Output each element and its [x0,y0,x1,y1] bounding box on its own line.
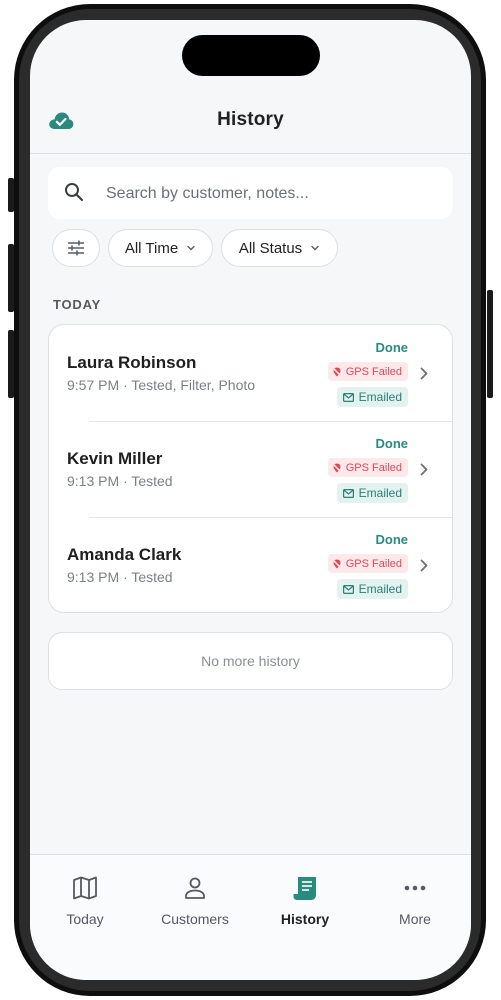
location-off-icon [331,366,342,377]
gps-failed-badge: GPS Failed [327,362,408,381]
visit-details: 9:13 PM · Tested [67,473,173,489]
emailed-label: Emailed [358,486,402,500]
customer-name: Kevin Miller [67,449,163,468]
tab-today[interactable]: Today [30,855,140,935]
mail-icon [342,584,354,594]
tab-label: Customers [161,911,229,927]
status-filter-label: All Status [238,239,303,257]
customer-name: Laura Robinson [67,353,197,372]
tab-history[interactable]: History [250,855,360,935]
location-off-icon [331,558,342,569]
tab-label: History [280,911,330,927]
customer-name: Amanda Clark [67,545,182,564]
visit-details: 9:57 PM · Tested, Filter, Photo [67,377,256,393]
bottom-tab-bar: Today Customers History More [30,854,471,980]
history-row[interactable]: Laura Robinson 9:57 PM · Tested, Filter,… [49,325,452,421]
tab-label: More [399,911,431,927]
time-filter-label: All Time [124,239,179,257]
status-text: Done [375,340,409,355]
history-row[interactable]: Amanda Clark 9:13 PM · Tested Done GPS F… [49,517,452,613]
row-divider [89,517,452,518]
row-divider [89,421,452,422]
history-row[interactable]: Kevin Miller 9:13 PM · Tested Done GPS F… [49,421,452,517]
history-list: Laura Robinson 9:57 PM · Tested, Filter,… [48,324,453,613]
emailed-badge: Emailed [336,387,408,407]
emailed-label: Emailed [358,390,402,404]
emailed-badge: Emailed [336,579,408,599]
tab-more[interactable]: More [360,855,470,935]
search-input[interactable] [104,167,438,221]
chevron-right-icon [420,463,428,476]
emailed-label: Emailed [358,582,402,596]
gps-failed-label: GPS Failed [345,461,402,474]
sliders-icon [68,240,84,256]
chevron-down-icon [187,245,195,251]
mail-icon [342,488,354,498]
mail-icon [342,392,354,402]
app-screen: History All Time All Status TODAY [30,20,471,980]
gps-failed-badge: GPS Failed [327,554,408,573]
time-filter-dropdown[interactable]: All Time [108,229,213,267]
end-of-list-note: No more history [48,632,453,690]
tab-customers[interactable]: Customers [140,855,250,935]
gps-failed-label: GPS Failed [345,365,402,378]
section-label-today: TODAY [53,297,102,312]
tab-label: Today [66,911,104,927]
filter-settings-button[interactable] [52,229,100,267]
location-off-icon [331,462,342,473]
map-icon [73,876,97,900]
search-icon [65,183,84,202]
page-title: History [217,109,284,130]
status-filter-dropdown[interactable]: All Status [221,229,338,267]
status-text: Done [375,436,409,451]
power-button [487,290,493,398]
chevron-right-icon [420,559,428,572]
gps-failed-label: GPS Failed [345,557,402,570]
search-bar [48,167,453,221]
visit-details: 9:13 PM · Tested [67,569,173,585]
status-text: Done [375,532,409,547]
emailed-badge: Emailed [336,483,408,503]
person-icon [185,877,205,899]
top-header: History [30,20,471,154]
chevron-down-icon [311,245,319,251]
more-dots-icon [404,885,426,891]
receipt-icon [293,877,316,900]
gps-failed-badge: GPS Failed [327,458,408,477]
chevron-right-icon [420,367,428,380]
